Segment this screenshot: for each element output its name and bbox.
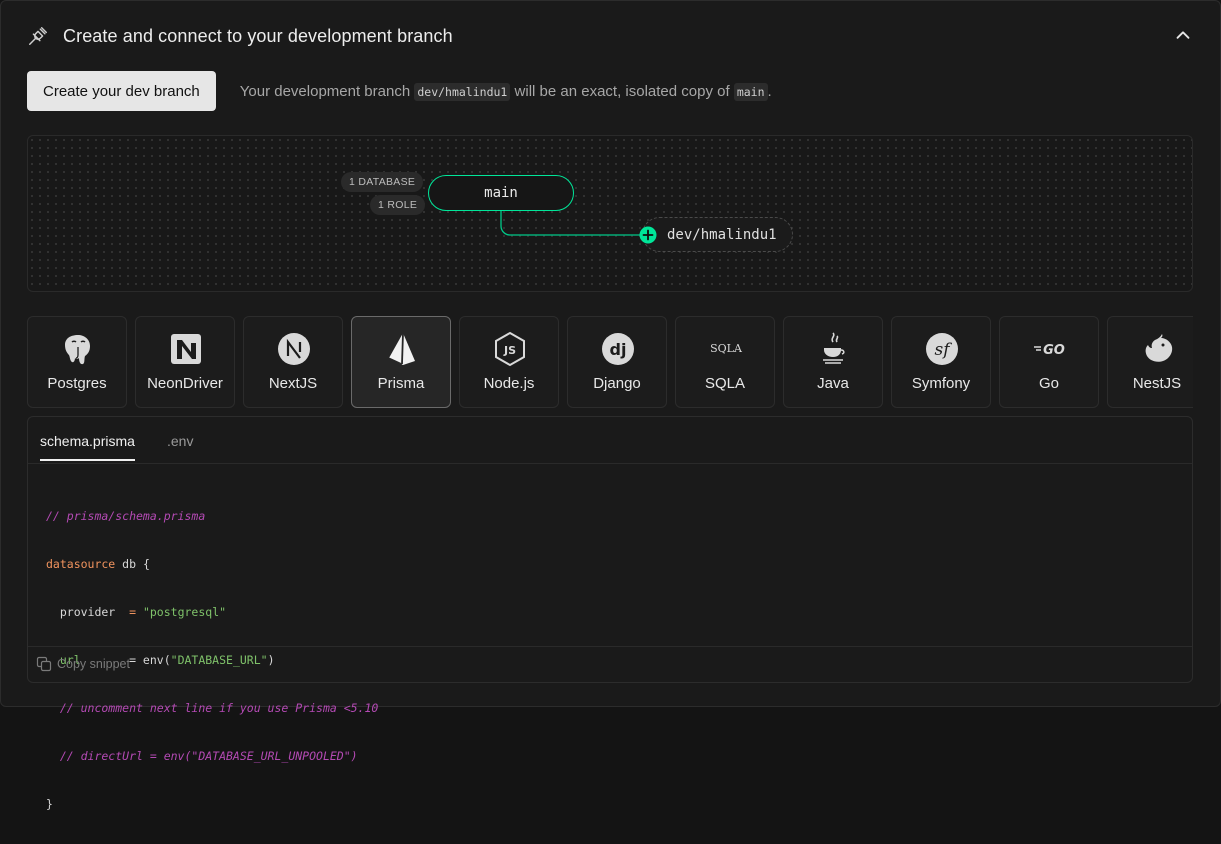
framework-label: Java: [817, 375, 849, 392]
desc-middle: will be an exact, isolated copy of: [514, 82, 730, 100]
framework-label: Prisma: [377, 375, 425, 392]
panel-title: Create and connect to your development b…: [63, 25, 453, 46]
code-text: db {: [115, 557, 150, 571]
framework-label: Node.js: [483, 375, 535, 392]
desc-suffix: .: [767, 82, 772, 100]
code-line: }: [46, 797, 53, 811]
go-icon: GO: [1034, 343, 1065, 358]
framework-label: SQLA: [704, 375, 746, 392]
code-string: "postgresql": [142, 605, 227, 619]
framework-label: Symfony: [911, 375, 971, 392]
framework-tile-neondriver[interactable]: NeonDriver: [135, 316, 235, 408]
code-tabs: schema.prisma .env: [28, 417, 1192, 464]
code-line: datasource db {: [46, 556, 378, 572]
framework-tile-java[interactable]: Java: [783, 316, 883, 408]
main-branch-node: main: [428, 175, 574, 211]
panel-header[interactable]: Create and connect to your development b…: [27, 21, 1194, 51]
dev-branch-node: dev/hmalindu1: [642, 217, 793, 252]
framework-tile-nextjs[interactable]: NextJS: [243, 316, 343, 408]
framework-label: Postgres: [47, 375, 107, 392]
framework-label: NeonDriver: [147, 375, 223, 392]
role-count-tag: 1 ROLE: [370, 195, 426, 215]
sqlalchemy-icon: SQLA: [710, 342, 743, 355]
framework-tile-sqla[interactable]: SQLA SQLA: [675, 316, 775, 408]
code-footer: Copy snippet: [28, 646, 1192, 682]
framework-label: Go: [1038, 375, 1059, 392]
nestjs-icon: [1145, 334, 1173, 362]
svg-text:SQLA: SQLA: [710, 342, 743, 355]
svg-text:dj: dj: [610, 340, 627, 359]
code-keyword: datasource: [46, 557, 116, 571]
copy-snippet-button[interactable]: Copy snippet: [36, 656, 130, 672]
tab-env[interactable]: .env: [167, 433, 193, 459]
plug-icon: [29, 27, 47, 45]
framework-selector: Postgres NeonDriver NextJS Prisma JS Nod…: [27, 316, 1193, 408]
code-line: provider = "postgresql": [46, 604, 378, 620]
code-operator: =: [115, 605, 143, 619]
main-branch-code: main: [733, 82, 768, 101]
svg-text:GO: GO: [1043, 343, 1065, 358]
framework-label: Django: [593, 375, 641, 392]
copy-snippet-label: Copy snippet: [57, 657, 130, 671]
framework-tile-nestjs[interactable]: NestJS: [1107, 316, 1193, 408]
svg-text:JS: JS: [503, 344, 516, 357]
prisma-icon: [388, 332, 415, 365]
plus-circle-icon: [639, 226, 657, 244]
branch-connector: [500, 211, 648, 236]
framework-tile-django[interactable]: dj Django: [567, 316, 667, 408]
framework-tile-go[interactable]: GO Go: [999, 316, 1099, 408]
create-row: Create your dev branch Your development …: [27, 71, 772, 111]
neon-logo-icon: [171, 334, 201, 364]
java-cup-icon: [823, 332, 845, 364]
framework-label: NestJS: [1132, 375, 1182, 392]
code-line: // uncomment next line if you use Prisma…: [46, 701, 379, 715]
code-line: // directUrl = env("DATABASE_URL_UNPOOLE…: [46, 749, 358, 763]
copy-icon: [36, 656, 52, 672]
framework-label: NextJS: [268, 375, 318, 392]
code-panel: schema.prisma .env // prisma/schema.pris…: [27, 416, 1193, 811]
create-description: Your development branch dev/hmalindu1 wi…: [239, 82, 772, 101]
dev-branch-label: dev/hmalindu1: [667, 226, 777, 243]
nodejs-icon: JS: [495, 331, 525, 367]
code-line: // prisma/schema.prisma: [46, 509, 206, 523]
framework-tile-symfony[interactable]: sf Symfony: [891, 316, 991, 408]
code-key: provider: [46, 605, 116, 619]
tab-schema-prisma[interactable]: schema.prisma: [40, 433, 135, 461]
connect-panel: Create and connect to your development b…: [0, 0, 1221, 811]
chevron-up-icon[interactable]: [1172, 25, 1194, 47]
create-dev-branch-button[interactable]: Create your dev branch: [27, 71, 216, 111]
nextjs-icon: [278, 333, 310, 365]
branch-diagram: 1 DATABASE 1 ROLE main dev/hmalindu1: [27, 135, 1193, 292]
framework-tile-postgres[interactable]: Postgres: [27, 316, 127, 408]
dev-branch-code: dev/hmalindu1: [414, 82, 511, 101]
desc-prefix: Your development branch: [239, 82, 411, 100]
postgres-elephant-icon: [65, 335, 90, 365]
framework-tile-prisma[interactable]: Prisma: [351, 316, 451, 408]
framework-tile-nodejs[interactable]: JS Node.js: [459, 316, 559, 408]
database-count-tag: 1 DATABASE: [341, 172, 424, 192]
django-icon: dj: [602, 333, 634, 365]
symfony-icon: sf: [926, 333, 958, 365]
